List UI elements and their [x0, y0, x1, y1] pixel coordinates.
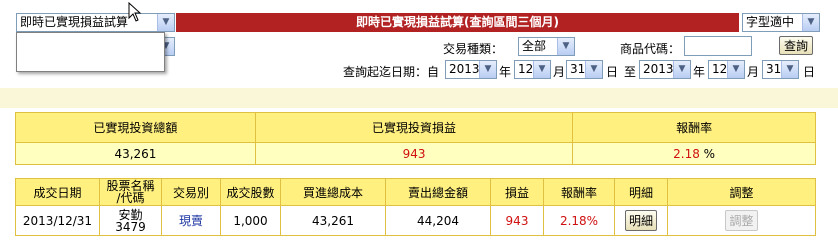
col-detail: 明細 — [614, 178, 668, 206]
summary-value-row: 43,261 943 2.18 % — [15, 142, 816, 165]
col-buy-cost: 買進總成本 — [280, 178, 386, 206]
dropdown-popup[interactable] — [16, 32, 165, 72]
row-trade-type: 現賣 — [161, 205, 221, 236]
chevron-down-icon: ▼ — [479, 61, 496, 78]
summary-rate-unit: % — [703, 146, 716, 161]
row-adjust-cell: 調整 — [667, 205, 816, 236]
end-day-unit: 日 — [803, 65, 816, 79]
chevron-down-icon: ▼ — [157, 14, 174, 31]
col-stock-line2: /代碼 — [116, 191, 145, 205]
summary-header-rate: 報酬率 — [572, 112, 816, 143]
page-banner: 即時已實現損益試算(查詢區間三個月) — [176, 13, 739, 32]
summary-header-row: 已實現投資總額 已實現投資損益 報酬率 — [15, 112, 816, 143]
row-shares: 1,000 — [220, 205, 281, 236]
col-date: 成交日期 — [15, 178, 100, 206]
end-year-unit: 年 — [693, 65, 706, 79]
summary-rate-value: 2.18 — [673, 146, 700, 161]
summary-header-total: 已實現投資總額 — [15, 112, 256, 143]
row-rate: 2.18% — [543, 205, 615, 236]
summary-pnl-value: 943 — [254, 142, 574, 165]
col-stock: 股票名稱/代碼 — [99, 178, 162, 206]
trade-type-label: 交易種類： — [443, 42, 504, 56]
row-pnl: 943 — [490, 205, 544, 236]
start-year-value: 2013 — [449, 62, 480, 76]
start-day-select[interactable]: 31 ▼ — [566, 60, 603, 79]
start-month-unit: 月 — [553, 65, 566, 79]
chevron-down-icon: ▼ — [727, 61, 744, 78]
end-day-value: 31 — [766, 62, 782, 76]
stripe-band — [0, 88, 838, 108]
chevron-down-icon: ▼ — [673, 61, 690, 78]
row-sell-amount: 44,204 — [385, 205, 491, 236]
adjust-button[interactable]: 調整 — [725, 210, 758, 231]
summary-total-value: 43,261 — [15, 142, 256, 165]
chevron-down-icon: ▼ — [557, 38, 574, 55]
chevron-down-icon: ▼ — [533, 61, 550, 78]
row-buy-cost: 43,261 — [280, 205, 386, 236]
col-pnl: 損益 — [490, 178, 544, 206]
mouse-cursor-icon — [128, 2, 142, 22]
trade-type-value: 全部 — [522, 39, 547, 53]
chevron-down-icon: ▼ — [585, 61, 602, 78]
start-month-value: 12 — [518, 62, 534, 76]
product-code-input[interactable] — [684, 36, 752, 56]
end-day-select[interactable]: 31 ▼ — [762, 60, 799, 79]
row-stock-code: 3479 — [115, 219, 146, 234]
row-stock: 安勤 3479 — [99, 205, 162, 236]
summary-header-pnl: 已實現投資損益 — [254, 112, 574, 143]
col-sell-amount: 賣出總金額 — [385, 178, 491, 206]
col-adjust: 調整 — [667, 178, 816, 206]
col-rate: 報酬率 — [543, 178, 615, 206]
row-date: 2013/12/31 — [15, 205, 100, 236]
trade-type-select[interactable]: 全部 ▼ — [518, 37, 575, 56]
product-code-label: 商品代碼： — [620, 42, 681, 56]
start-year-unit: 年 — [499, 65, 512, 79]
start-month-select[interactable]: 12 ▼ — [514, 60, 551, 79]
to-label: 至 — [624, 65, 637, 79]
page-title: 即時已實現損益試算(查詢區間三個月) — [356, 15, 559, 29]
font-size-select[interactable]: 字型適中 ▼ — [742, 13, 820, 32]
row-detail-cell: 明細 — [614, 205, 668, 236]
query-button-label: 查詢 — [783, 39, 808, 53]
chevron-down-icon: ▼ — [802, 14, 819, 31]
table-row: 2013/12/31 安勤 3479 現賣 1,000 43,261 44,204… — [15, 205, 816, 236]
function-select[interactable]: 即時已實現損益試算 ▼ — [16, 13, 175, 32]
end-month-select[interactable]: 12 ▼ — [708, 60, 745, 79]
col-trade-type: 交易別 — [161, 178, 221, 206]
detail-table: 成交日期 股票名稱/代碼 交易別 成交股數 買進總成本 賣出總金額 損益 報酬率… — [15, 178, 816, 236]
chevron-down-icon: ▼ — [781, 61, 798, 78]
query-button[interactable]: 查詢 — [779, 36, 813, 55]
summary-rate-cell: 2.18 % — [572, 142, 816, 165]
end-year-value: 2013 — [643, 62, 674, 76]
summary-table: 已實現投資總額 已實現投資損益 報酬率 43,261 943 2.18 % — [15, 112, 816, 165]
end-month-unit: 月 — [747, 65, 760, 79]
start-year-select[interactable]: 2013 ▼ — [445, 60, 497, 79]
function-select-value: 即時已實現損益試算 — [20, 15, 129, 29]
font-size-select-value: 字型適中 — [746, 15, 795, 29]
end-year-select[interactable]: 2013 ▼ — [639, 60, 691, 79]
end-month-value: 12 — [712, 62, 728, 76]
start-day-unit: 日 — [606, 65, 619, 79]
detail-button[interactable]: 明細 — [624, 210, 657, 231]
date-range-label: 查詢起迄日期：自 — [343, 65, 440, 79]
col-shares: 成交股數 — [220, 178, 281, 206]
detail-header-row: 成交日期 股票名稱/代碼 交易別 成交股數 買進總成本 賣出總金額 損益 報酬率… — [15, 178, 816, 206]
start-day-value: 31 — [570, 62, 586, 76]
